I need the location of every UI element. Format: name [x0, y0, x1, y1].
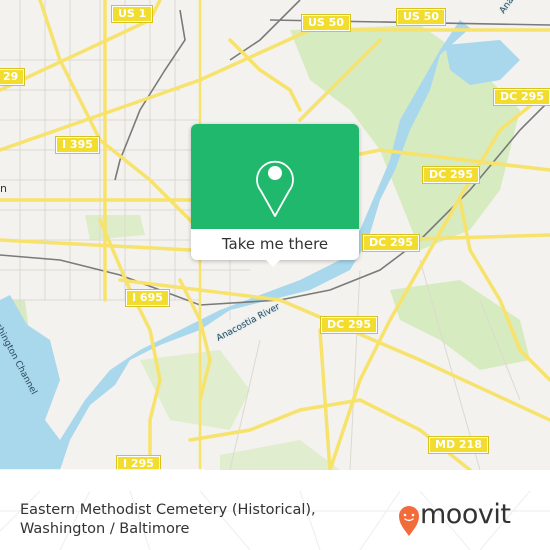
road-shield-i395: I 395: [55, 136, 100, 154]
moovit-logo[interactable]: moovit: [398, 499, 538, 541]
road-shield-us1: US 1: [110, 5, 154, 23]
road-shield-dc295: DC 295: [362, 234, 420, 252]
map-pin-icon: [256, 160, 294, 217]
partial-place-label: n: [0, 182, 7, 195]
place-name-line2: Washington / Baltimore: [20, 521, 190, 537]
place-name-line1: Eastern Methodist Cemetery (Historical),: [20, 502, 316, 518]
road-shield-dc295: DC 295: [493, 88, 550, 106]
map-view[interactable]: Anacostia River Washington Channel Anaco…: [0, 0, 550, 470]
moovit-wordmark: moovit: [420, 499, 511, 530]
popup-pointer: [264, 258, 282, 267]
road-shield-us50: US 50: [301, 14, 351, 32]
moovit-pin-icon: [399, 506, 419, 536]
road-shield-md218: MD 218: [428, 436, 489, 454]
road-shield-us29: 29: [0, 68, 26, 86]
take-me-there-button[interactable]: Take me there: [191, 229, 359, 260]
road-shield-i295: I 295: [116, 455, 161, 470]
popup-header: [191, 124, 359, 229]
map-attribution[interactable]: © OpenStreetMap contributors: [0, 469, 205, 470]
road-shield-dc295: DC 295: [422, 166, 480, 184]
footer: Eastern Methodist Cemetery (Historical),…: [0, 491, 550, 550]
place-name: Eastern Methodist Cemetery (Historical),…: [20, 501, 316, 539]
road-shield-us50: US 50: [396, 8, 446, 26]
road-shield-dc295: DC 295: [320, 316, 378, 334]
road-shield-i695: I 695: [125, 289, 170, 307]
location-popup: Take me there: [191, 124, 359, 267]
